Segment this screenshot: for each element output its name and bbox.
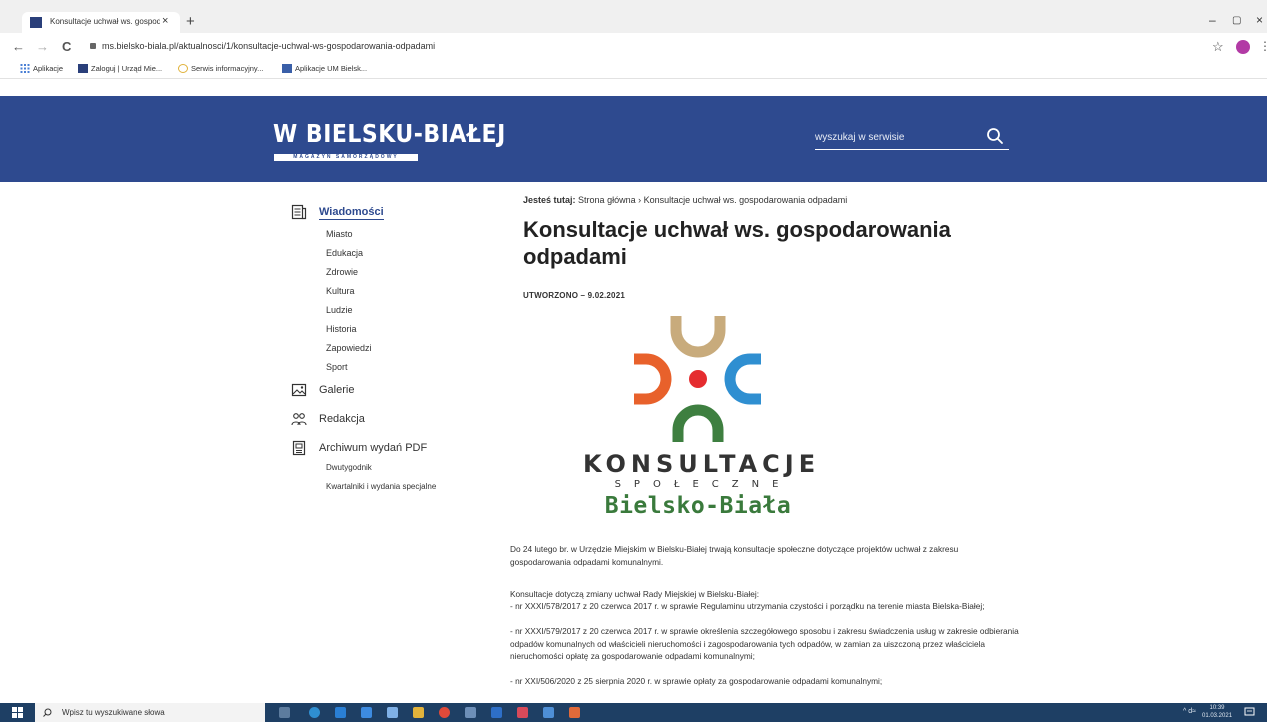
browser-menu-icon[interactable]: ⋮ bbox=[1259, 39, 1267, 53]
bookmark-label: Aplikacje UM Bielsk... bbox=[295, 64, 368, 73]
media-app-icon[interactable] bbox=[517, 707, 528, 718]
logo-top-arc bbox=[670, 316, 726, 358]
logo-word-bielsko-biala: Bielsko-Biała bbox=[604, 493, 792, 519]
bookmarks-bar: Aplikacje Zaloguj | Urząd Mie... Serwis … bbox=[0, 61, 1267, 79]
team-icon bbox=[291, 413, 307, 426]
clock-time: 10:39 bbox=[1209, 705, 1225, 711]
created-date: UTWORZONO – 9.02.2021 bbox=[523, 291, 626, 300]
info-favicon-icon bbox=[178, 64, 188, 73]
close-window-button[interactable]: × bbox=[1256, 14, 1263, 26]
file-explorer-icon[interactable] bbox=[413, 707, 424, 718]
taskbar-search-icon bbox=[43, 708, 52, 717]
sidebar-subitem-zdrowie[interactable]: Zdrowie bbox=[326, 267, 358, 277]
article-list-item-1: - nr XXXI/578/2017 z 20 czerwca 2017 r. … bbox=[510, 601, 985, 611]
apps-grid-icon bbox=[20, 64, 30, 73]
lock-icon bbox=[90, 43, 96, 49]
sidebar-subitem-dwutygodnik[interactable]: Dwutygodnik bbox=[326, 463, 372, 472]
maximize-button[interactable]: ▢ bbox=[1232, 15, 1241, 27]
sidebar-subitem-kwartalniki[interactable]: Kwartalniki i wydania specjalne bbox=[326, 482, 436, 491]
windows-taskbar: Wpisz tu wyszukiwane słowa ^ d≈ 10:39 01… bbox=[0, 703, 1267, 722]
breadcrumb: Jesteś tutaj: Strona główna › Konsultacj… bbox=[523, 195, 847, 205]
bookmark-label: Aplikacje bbox=[33, 64, 64, 73]
article-paragraph-1: Do 24 lutego br. w Urzędzie Miejskim w B… bbox=[510, 544, 959, 567]
sidebar-subitem-kultura[interactable]: Kultura bbox=[326, 286, 355, 296]
edge-icon[interactable] bbox=[309, 707, 320, 718]
article-list-item-2: - nr XXXI/579/2017 z 20 czerwca 2017 r. … bbox=[510, 626, 1019, 661]
bookmark-info[interactable]: Serwis informacyjny... bbox=[178, 64, 263, 73]
sidebar-item-galerie[interactable]: Galerie bbox=[319, 384, 354, 396]
logo-word-konsultacje: KONSULTACJE bbox=[583, 450, 821, 478]
task-view-icon[interactable] bbox=[279, 707, 290, 718]
taskbar-search-placeholder: Wpisz tu wyszukiwane słowa bbox=[62, 708, 165, 717]
calendar-icon[interactable] bbox=[361, 707, 372, 718]
bookmark-label: Serwis informacyjny... bbox=[191, 64, 264, 73]
sidebar-item-redakcja[interactable]: Redakcja bbox=[319, 413, 365, 425]
site-logo[interactable]: W BIELSKU-BIAŁEJ bbox=[273, 120, 506, 149]
news-icon bbox=[291, 204, 307, 220]
sidebar-subitem-sport[interactable]: Sport bbox=[326, 362, 348, 372]
bookmark-apps[interactable]: Aplikacje bbox=[20, 64, 63, 73]
site-logo-subtitle: MAGAZYN SAMORZĄDOWY bbox=[274, 154, 418, 161]
clock-date: 01.03.2021 bbox=[1202, 713, 1233, 719]
bookmark-star-icon[interactable]: ☆ bbox=[1212, 39, 1224, 55]
um-apps-favicon-icon bbox=[282, 64, 292, 73]
new-tab-button[interactable]: + bbox=[186, 14, 195, 29]
logo-right-arc bbox=[724, 353, 761, 405]
address-bar: ← → C ms.bielsko-biala.pl/aktualnosci/1/… bbox=[0, 33, 1267, 61]
sidebar-subitem-ludzie[interactable]: Ludzie bbox=[326, 305, 353, 315]
breadcrumb-current: Konsultacje uchwał ws. gospodarowania od… bbox=[643, 195, 848, 205]
logo-bottom-arc bbox=[672, 404, 724, 442]
back-button[interactable]: ← bbox=[12, 39, 25, 54]
sidebar-subitem-miasto[interactable]: Miasto bbox=[326, 229, 353, 239]
mail-icon[interactable] bbox=[335, 707, 346, 718]
store-icon[interactable] bbox=[387, 707, 398, 718]
logo-center-dot bbox=[689, 370, 707, 388]
sidebar-item-archiwum[interactable]: Archiwum wydań PDF bbox=[319, 442, 427, 454]
forward-button[interactable]: → bbox=[36, 39, 49, 54]
logo-word-spoleczne: SPOŁECZNE bbox=[614, 479, 792, 490]
tab-title: Konsultacje uchwał ws. gospoda bbox=[50, 17, 160, 26]
search-icon[interactable] bbox=[986, 127, 1004, 145]
windows-start-icon[interactable] bbox=[12, 707, 23, 718]
sidebar-subitem-edukacja[interactable]: Edukacja bbox=[326, 248, 363, 258]
browser-tab-strip: Konsultacje uchwał ws. gospoda × + – ▢ × bbox=[0, 0, 1267, 33]
logo-left-arc bbox=[634, 353, 672, 405]
bookmark-login[interactable]: Zaloguj | Urząd Mie... bbox=[78, 64, 162, 73]
article-list-item-3: - nr XXI/506/2020 z 25 sierpnia 2020 r. … bbox=[510, 676, 883, 686]
search-input[interactable] bbox=[815, 128, 975, 146]
page-title: Konsultacje uchwał ws. gospodarowania od… bbox=[523, 217, 951, 269]
breadcrumb-prefix: Jesteś tutaj: bbox=[523, 195, 576, 205]
url-field[interactable]: ms.bielsko-biala.pl/aktualnosci/1/konsul… bbox=[102, 41, 435, 51]
site-search bbox=[815, 126, 1009, 150]
sidebar-item-wiadomosci[interactable]: Wiadomości bbox=[319, 206, 384, 220]
site-header bbox=[0, 96, 1267, 182]
notifications-icon[interactable] bbox=[1244, 707, 1255, 718]
breadcrumb-home-link[interactable]: Strona główna bbox=[578, 195, 636, 205]
taskbar-clock[interactable]: 10:39 01.03.2021 bbox=[1202, 704, 1232, 720]
tab-close-icon[interactable]: × bbox=[162, 15, 168, 27]
site-favicon-icon bbox=[30, 17, 42, 28]
minimize-button[interactable]: – bbox=[1209, 14, 1216, 26]
taskbar-search[interactable]: Wpisz tu wyszukiwane słowa bbox=[35, 703, 265, 722]
sidebar-subitem-historia[interactable]: Historia bbox=[326, 324, 357, 334]
breadcrumb-separator: › bbox=[638, 195, 642, 205]
profile-avatar[interactable] bbox=[1236, 40, 1250, 54]
app-icon[interactable] bbox=[569, 707, 580, 718]
word-icon[interactable] bbox=[543, 707, 554, 718]
um-favicon-icon bbox=[78, 64, 88, 73]
outlook-icon[interactable] bbox=[491, 707, 502, 718]
settings-app-icon[interactable] bbox=[465, 707, 476, 718]
sidebar-subitem-zapowiedzi[interactable]: Zapowiedzi bbox=[326, 343, 372, 353]
pdf-archive-icon bbox=[292, 440, 306, 456]
article-list-intro: Konsultacje dotyczą zmiany uchwał Rady M… bbox=[510, 589, 760, 599]
browser-tab[interactable]: Konsultacje uchwał ws. gospoda × bbox=[22, 12, 180, 33]
chrome-icon[interactable] bbox=[439, 707, 450, 718]
gallery-icon bbox=[291, 383, 307, 397]
bookmark-label: Zaloguj | Urząd Mie... bbox=[91, 64, 163, 73]
system-tray[interactable]: ^ d≈ bbox=[1183, 708, 1196, 715]
reload-button[interactable]: C bbox=[62, 39, 71, 54]
bookmark-um-apps[interactable]: Aplikacje UM Bielsk... bbox=[282, 64, 367, 73]
